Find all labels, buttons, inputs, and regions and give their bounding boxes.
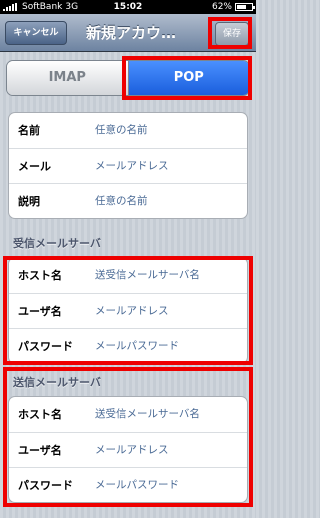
battery-info: 62% [211,0,255,14]
protocol-segmented-control: IMAP POP [6,60,250,96]
email-field[interactable]: メールアドレス [95,149,169,184]
outgoing-password-row[interactable]: パスワード メールパスワード [9,467,247,502]
page-title: 新規アカウ… [86,24,177,42]
incoming-username-row[interactable]: ユーザ名 メールアドレス [9,293,247,328]
status-bar: SoftBank 3G 15:02 62% [0,0,256,14]
email-label: メール [18,160,51,173]
battery-icon [235,3,255,11]
name-label: 名前 [18,124,40,137]
incoming-host-label: ホスト名 [18,269,62,282]
incoming-username-field[interactable]: メールアドレス [95,294,169,329]
imap-segment[interactable]: IMAP [7,61,129,95]
cancel-button[interactable]: キャンセル [5,21,67,45]
navigation-bar: キャンセル 新規アカウ… 保存 [0,14,256,52]
outgoing-password-label: パスワード [18,479,73,492]
description-row[interactable]: 説明 任意の名前 [9,183,247,218]
name-row[interactable]: 名前 任意の名前 [9,113,247,148]
email-row[interactable]: メール メールアドレス [9,148,247,183]
outgoing-password-field[interactable]: メールパスワード [95,468,179,502]
incoming-host-field[interactable]: 送受信メールサーバ名 [95,258,200,293]
incoming-password-row[interactable]: パスワード メールパスワード [9,328,247,363]
incoming-username-label: ユーザ名 [18,305,62,318]
description-label: 説明 [18,195,40,208]
incoming-host-row[interactable]: ホスト名 送受信メールサーバ名 [9,258,247,293]
outgoing-server-group: ホスト名 送受信メールサーバ名 ユーザ名 メールアドレス パスワード メールパス… [8,396,248,503]
outgoing-server-header: 送信メールサーバ [13,376,101,389]
outgoing-username-label: ユーザ名 [18,444,62,457]
account-info-group: 名前 任意の名前 メール メールアドレス 説明 任意の名前 [8,112,248,219]
save-button[interactable]: 保存 [215,22,249,46]
description-field[interactable]: 任意の名前 [95,184,148,218]
outgoing-host-row[interactable]: ホスト名 送受信メールサーバ名 [9,397,247,432]
outgoing-username-row[interactable]: ユーザ名 メールアドレス [9,432,247,467]
outgoing-username-field[interactable]: メールアドレス [95,433,169,468]
outgoing-host-field[interactable]: 送受信メールサーバ名 [95,397,200,432]
incoming-server-header: 受信メールサーバ [13,237,101,250]
pop-segment[interactable]: POP [128,61,249,95]
outgoing-host-label: ホスト名 [18,408,62,421]
incoming-password-label: パスワード [18,340,73,353]
name-field[interactable]: 任意の名前 [95,113,148,148]
incoming-server-group: ホスト名 送受信メールサーバ名 ユーザ名 メールアドレス パスワード メールパス… [8,257,248,364]
battery-percentage: 62% [211,2,232,12]
incoming-password-field[interactable]: メールパスワード [95,329,179,363]
